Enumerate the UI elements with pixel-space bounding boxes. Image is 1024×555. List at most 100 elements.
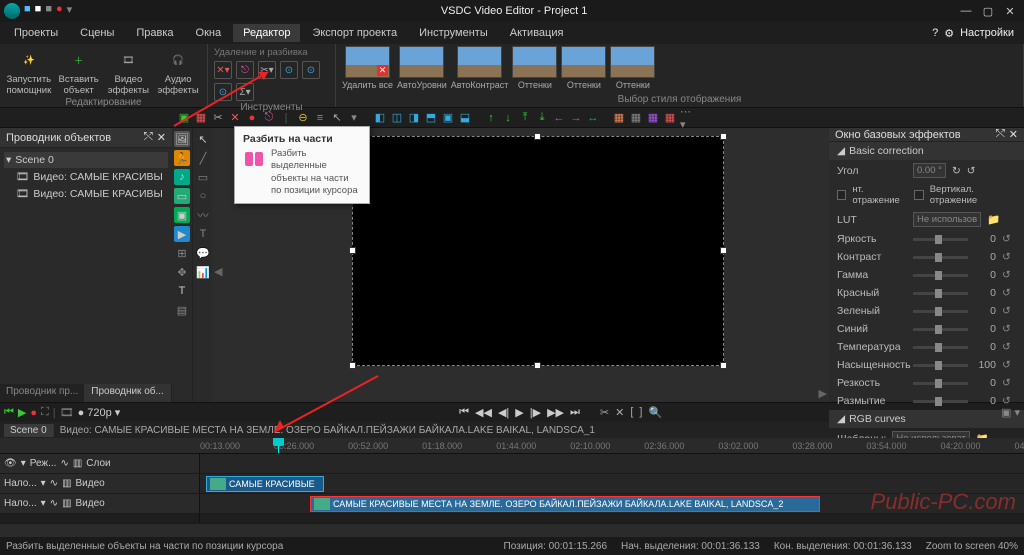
slider-5[interactable] [913, 328, 968, 331]
slider-8[interactable] [913, 382, 968, 385]
folder-icon[interactable]: 📁 [987, 213, 1000, 226]
settings-gear-icon[interactable]: ⚙ [944, 27, 954, 40]
tl-play[interactable]: ▶ [515, 406, 523, 419]
menu-scenes[interactable]: Сцены [70, 24, 124, 42]
track-menu-icon[interactable]: ▾ [41, 478, 46, 489]
reset-4[interactable]: ↺ [1002, 305, 1016, 317]
circle-tool-3[interactable]: ⊙ [214, 83, 232, 101]
track-fx-icon[interactable]: ▥ [73, 458, 82, 469]
tb-grid4[interactable]: ▦ [663, 111, 677, 125]
tl-prev[interactable]: ◀◀ [475, 406, 492, 419]
circle-tool-2[interactable]: ⊙ [302, 61, 320, 79]
timeline-playhead[interactable] [278, 438, 279, 454]
help-icon[interactable]: ? [932, 27, 938, 39]
video-effects-button[interactable]: 🎞 Видео эффекты [106, 46, 152, 96]
vt-chart[interactable]: ▤ [174, 302, 190, 318]
explorer-tab-2[interactable]: Проводник об... [85, 384, 171, 402]
close-button[interactable]: ✕ [1000, 3, 1020, 19]
tb-grid1[interactable]: ▦ [612, 111, 626, 125]
minimize-button[interactable]: — [956, 3, 976, 19]
slider-2[interactable] [913, 274, 968, 277]
tb-align-l[interactable]: ◧ [373, 111, 387, 125]
lut-select[interactable]: Не использов [913, 212, 981, 227]
rotate-cw-icon[interactable]: ↻ [952, 165, 961, 177]
record-icon[interactable]: ● [30, 407, 37, 419]
tree-scene[interactable]: ▾ Scene 0 [4, 152, 168, 168]
vt-picture[interactable]: ▭ [174, 188, 190, 204]
vt-color[interactable]: ▶ [174, 226, 190, 242]
slider-3[interactable] [913, 292, 968, 295]
tb-top[interactable]: ⤒ [518, 111, 532, 125]
slider-7[interactable] [913, 364, 968, 367]
reset-6[interactable]: ↺ [1002, 341, 1016, 353]
style-hues-3[interactable] [610, 46, 655, 78]
track-menu-icon[interactable]: ▾ [41, 498, 46, 509]
track-wave-icon[interactable]: ∿ [60, 458, 68, 469]
tb-grid2[interactable]: ▦ [629, 111, 643, 125]
slider-0[interactable] [913, 238, 968, 241]
track-fx-icon[interactable]: ▥ [62, 478, 71, 489]
tb-left[interactable]: ← [552, 111, 566, 125]
vt-audio[interactable]: ♪ [174, 169, 190, 185]
track-eye-icon[interactable]: 👁 [4, 458, 17, 469]
clip-2[interactable]: САМЫЕ КРАСИВЫЕ МЕСТА НА ЗЕМЛЕ. ОЗЕРО БАЙ… [310, 496, 820, 512]
vt-move[interactable]: ✥ [174, 264, 190, 280]
tb-down[interactable]: ↓ [501, 111, 515, 125]
tb-align-m[interactable]: ▣ [441, 111, 455, 125]
tb-bottom[interactable]: ⤓ [535, 111, 549, 125]
menu-edit[interactable]: Правка [126, 24, 183, 42]
menu-activation[interactable]: Активация [500, 24, 574, 42]
reset-0[interactable]: ↺ [1002, 233, 1016, 245]
tb-zoom-out[interactable]: ⊖ [296, 111, 310, 125]
tb-more[interactable]: ▾ [347, 111, 361, 125]
track-menu-icon[interactable]: ▾ [21, 458, 26, 469]
qat-btn[interactable]: ■ [24, 3, 31, 19]
tl-del[interactable]: ✕ [615, 406, 624, 419]
qat-btn[interactable]: ■ [35, 3, 42, 19]
selection-rect[interactable] [352, 136, 724, 366]
vt2-rect[interactable]: ▭ [195, 169, 211, 185]
tb-delete[interactable]: ✕ [228, 111, 242, 125]
vt2-circle[interactable]: ○ [195, 188, 211, 204]
maximize-button[interactable]: ▢ [978, 3, 998, 19]
reset-8[interactable]: ↺ [1002, 377, 1016, 389]
style-delete-all[interactable] [345, 46, 390, 78]
flip-h-check[interactable] [837, 190, 846, 200]
tb-align-t[interactable]: ⬒ [424, 111, 438, 125]
tb-group[interactable]: ▣ [177, 111, 191, 125]
play-start-icon[interactable]: ⏮ [4, 406, 14, 419]
tl-start[interactable]: ⏮ [459, 406, 469, 419]
slider-9[interactable] [913, 400, 968, 403]
tb-cut[interactable]: ✂ [211, 111, 225, 125]
pin-icon[interactable]: ⤲ [144, 131, 153, 144]
cut-tool[interactable]: ✂▾ [258, 61, 276, 79]
close-panel-icon[interactable]: ✕ [157, 131, 166, 144]
film-icon[interactable]: 🎞 [60, 406, 74, 419]
slider-1[interactable] [913, 256, 968, 259]
sigma-tool[interactable]: Σ▾ [236, 83, 254, 101]
style-autocontrast[interactable] [457, 46, 502, 78]
clip-1[interactable]: САМЫЕ КРАСИВЫЕ [206, 476, 324, 492]
tl-next-frame[interactable]: |▶ [530, 406, 541, 419]
audio-effects-button[interactable]: 🎧 Аудио эффекты [155, 46, 201, 96]
vt2-path[interactable]: 〰 [195, 207, 211, 223]
tb-grid3[interactable]: ▦ [646, 111, 660, 125]
track-fx-icon[interactable]: ▥ [62, 498, 71, 509]
fullscreen-icon[interactable]: ⛶ [41, 406, 49, 419]
tb-split[interactable]: ⎋ [262, 111, 276, 125]
tb-list[interactable]: ≡ [313, 111, 327, 125]
track-2-body[interactable]: САМЫЕ КРАСИВЫЕ МЕСТА НА ЗЕМЛЕ. ОЗЕРО БАЙ… [200, 494, 1024, 513]
tb-cursor[interactable]: ↖ [330, 111, 344, 125]
style-hues-1[interactable] [512, 46, 557, 78]
launch-assistant-button[interactable]: ✨ Запустить помощник [6, 46, 52, 96]
tb-record[interactable]: ● [245, 111, 259, 125]
menu-windows[interactable]: Окна [186, 24, 232, 42]
tb-spread[interactable]: ↔ [586, 111, 600, 125]
reset-2[interactable]: ↺ [1002, 269, 1016, 281]
timeline-scene-tab[interactable]: Scene 0 [4, 424, 54, 437]
tl-next[interactable]: ▶▶ [547, 406, 564, 419]
reset-5[interactable]: ↺ [1002, 323, 1016, 335]
res-select[interactable]: ● 720p ▾ [78, 406, 121, 419]
track-wave-icon[interactable]: ∿ [50, 498, 58, 509]
reset-7[interactable]: ↺ [1002, 359, 1016, 371]
